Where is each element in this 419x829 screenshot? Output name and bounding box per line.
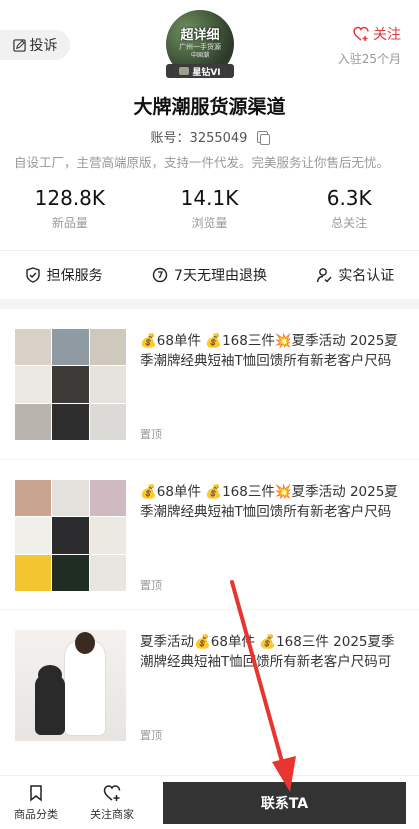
heart-plus-icon [103,785,121,801]
follow-merchant-label: 关注商家 [90,808,134,821]
product-thumbnail-grid[interactable] [15,329,126,440]
pinned-tag: 置顶 [140,729,162,742]
copy-icon[interactable] [257,130,271,145]
badge-icon [179,67,190,75]
follow-button[interactable]: 关注 [353,24,401,44]
complain-button[interactable]: 投诉 [0,30,70,60]
guarantee-return[interactable]: 7天无理由退换 [152,265,267,285]
avatar-text-line3: 中国潮 [190,51,209,59]
stat-value: 14.1K [180,186,239,210]
stat-label: 总关注 [331,216,368,230]
product-item[interactable]: 💰68单件 💰168三件💥夏季活动 2025夏季潮牌经典短袖T恤回馈所有新老客户… [0,309,419,459]
contact-button[interactable]: 联系TA [163,782,406,824]
shop-name: 大牌潮服货源渠道 [133,96,286,118]
stats-row: 128.8K 新品量 14.1K 浏览量 6.3K 总关注 [0,186,419,231]
guarantee-verified[interactable]: 实名认证 [316,265,394,285]
guarantee-label: 担保服务 [46,268,103,284]
account-row: 账号：3255049 [0,127,419,146]
bookmark-icon [30,785,42,802]
account-id: 账号：3255049 [150,131,248,146]
avatar-text-line1: 超详细 [180,27,220,43]
category-label: 商品分类 [14,808,58,821]
stat-value: 6.3K [326,186,372,210]
product-title: 💰68单件 💰168三件💥夏季活动 2025夏季潮牌经典短袖T恤回馈所有新老客户… [140,484,398,520]
avatar-text-line2: 广州一手货源 [179,42,221,51]
shop-header: 投诉 超详细 广州一手货源 中国潮 星钻VI 关注 入驻25个月 大牌潮服货源渠… [0,0,419,240]
product-thumbnail-grid[interactable] [15,480,126,591]
complain-label: 投诉 [29,38,58,54]
section-divider [0,299,419,309]
guarantee-label: 实名认证 [338,268,395,284]
product-list: 💰68单件 💰168三件💥夏季活动 2025夏季潮牌经典短袖T恤回馈所有新老客户… [0,309,419,759]
stat-followers: 6.3K 总关注 [279,186,419,231]
product-item[interactable]: 💰68单件 💰168三件💥夏季活动 2025夏季潮牌经典短袖T恤回馈所有新老客户… [0,459,419,609]
follow-merchant-tab[interactable]: 关注商家 [82,784,142,822]
heart-plus-icon [353,26,369,41]
stat-new-products[interactable]: 128.8K 新品量 [0,186,140,231]
stat-value: 128.8K [34,186,106,210]
stat-label: 浏览量 [191,216,228,230]
pinned-tag: 置顶 [140,428,162,441]
guarantee-label: 7天无理由退换 [174,268,267,284]
follow-label: 关注 [373,27,401,43]
avatar-level-badge: 星钻VI [166,64,234,78]
stat-label: 新品量 [51,216,88,230]
guarantee-escrow[interactable]: 担保服务 [25,265,103,285]
shield-check-icon [25,267,40,283]
user-verified-icon [317,268,332,283]
joined-duration: 入驻25个月 [337,52,401,66]
product-title: 💰68单件 💰168三件💥夏季活动 2025夏季潮牌经典短袖T恤回馈所有新老客户… [140,333,398,369]
shop-description: 自设工厂，主营高端原版，支持一件代发。完美服务让你售后无忧。 [14,155,390,170]
model-figure [65,632,105,735]
edit-icon [12,38,26,52]
badge-label: 星钻VI [192,67,221,78]
bear-figure [35,665,65,735]
product-thumbnail[interactable] [15,630,126,741]
guarantee-row: 担保服务 7天无理由退换 实名认证 [0,251,419,299]
seven-day-return-icon [152,267,168,283]
pinned-tag: 置顶 [140,579,162,592]
category-tab[interactable]: 商品分类 [6,784,66,822]
product-title: 夏季活动💰68单件 💰168三件 2025夏季潮牌经典短袖T恤回馈所有新老客户尺… [140,634,395,670]
bottom-action-bar: 商品分类 关注商家 联系TA [0,775,419,829]
product-item[interactable]: 夏季活动💰68单件 💰168三件 2025夏季潮牌经典短袖T恤回馈所有新老客户尺… [0,609,419,759]
stat-views: 14.1K 浏览量 [140,186,280,231]
